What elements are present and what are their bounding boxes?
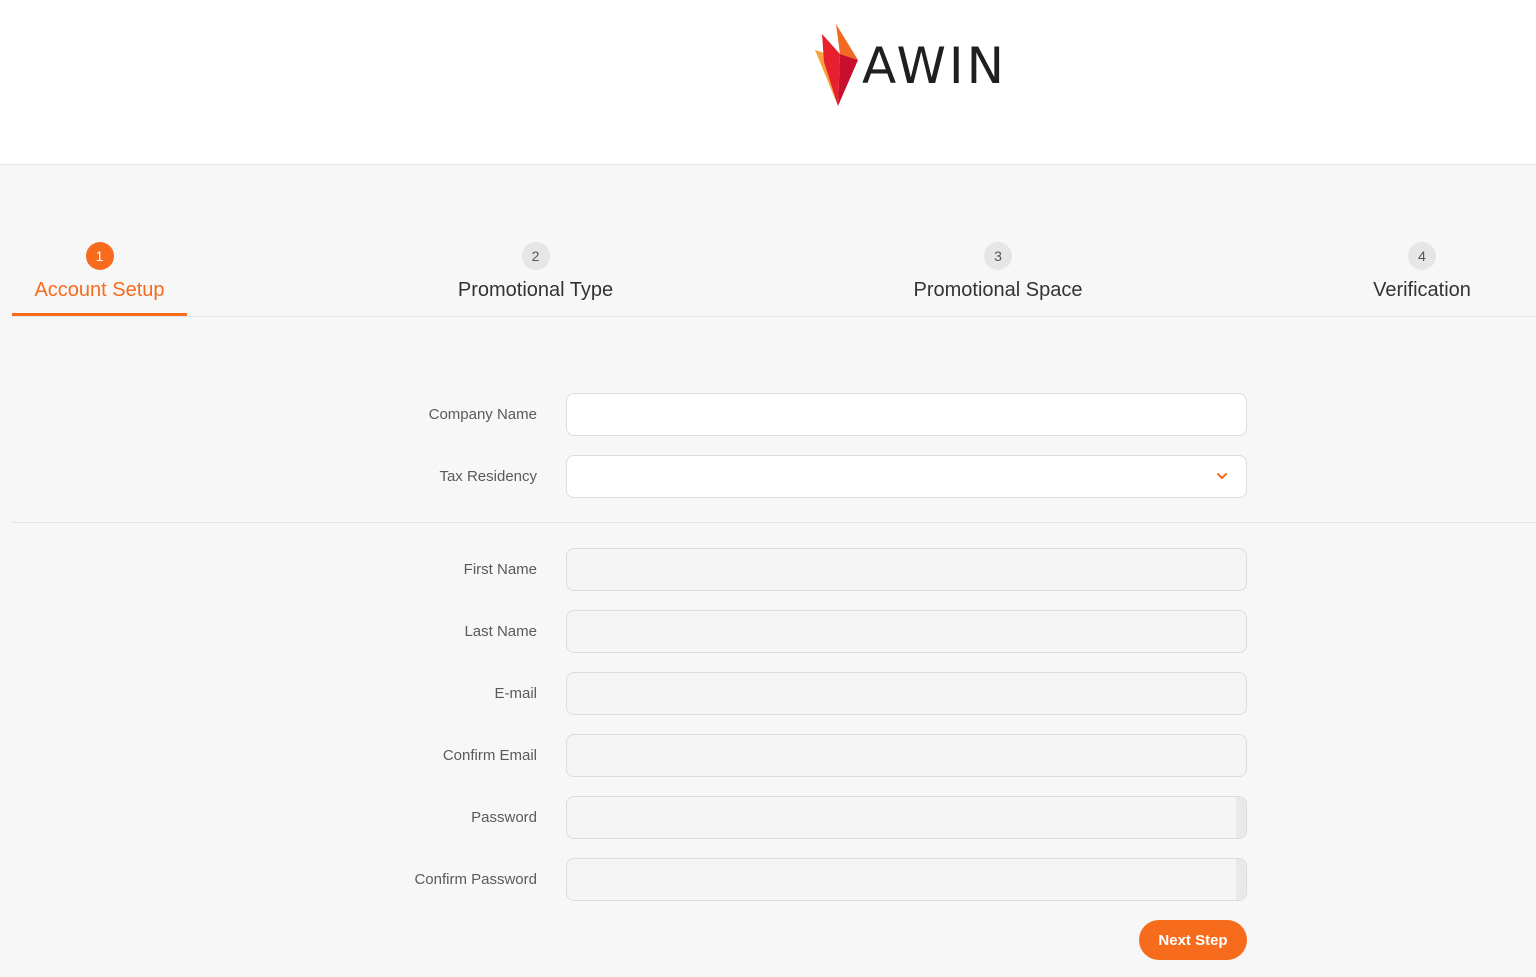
confirm-password-field-wrap bbox=[566, 858, 1247, 901]
confirm-password-label: Confirm Password bbox=[414, 871, 537, 888]
tax-residency-row: Tax Residency bbox=[0, 455, 1536, 498]
tax-residency-select[interactable] bbox=[566, 455, 1247, 498]
step-label: Promotional Space bbox=[913, 279, 1083, 301]
confirm-password-toggle[interactable] bbox=[1236, 859, 1246, 900]
step-verification[interactable]: 4 Verification bbox=[1357, 240, 1487, 316]
password-field-wrap bbox=[566, 796, 1247, 839]
step-promotional-space[interactable]: 3 Promotional Space bbox=[898, 240, 1098, 316]
confirm-password-row: Confirm Password bbox=[0, 858, 1536, 901]
first-name-label: First Name bbox=[463, 561, 537, 578]
section-divider bbox=[12, 522, 1536, 523]
page-header: AWIN bbox=[0, 0, 1536, 165]
confirm-email-input[interactable] bbox=[566, 734, 1247, 777]
email-row: E-mail bbox=[0, 672, 1536, 715]
step-label: Verification bbox=[1373, 279, 1471, 301]
confirm-password-input[interactable] bbox=[566, 858, 1247, 901]
company-name-row: Company Name bbox=[0, 393, 1536, 436]
last-name-input[interactable] bbox=[566, 610, 1247, 653]
confirm-email-label: Confirm Email bbox=[442, 747, 537, 764]
password-input[interactable] bbox=[566, 796, 1247, 839]
logo-wordmark: AWIN bbox=[862, 37, 1008, 95]
email-input[interactable] bbox=[566, 672, 1247, 715]
tax-residency-value[interactable] bbox=[566, 455, 1247, 498]
company-name-label: Company Name bbox=[428, 406, 537, 423]
step-promotional-type[interactable]: 2 Promotional Type bbox=[448, 240, 623, 316]
step-number: 4 bbox=[1408, 242, 1436, 270]
password-toggle[interactable] bbox=[1236, 797, 1246, 838]
tax-residency-label: Tax Residency bbox=[439, 468, 537, 485]
signup-steps: 1 Account Setup 2 Promotional Type 3 Pro… bbox=[12, 240, 1536, 317]
next-step-button[interactable]: Next Step bbox=[1139, 920, 1247, 960]
awin-logo[interactable]: AWIN bbox=[812, 22, 1007, 108]
first-name-input[interactable] bbox=[566, 548, 1247, 591]
last-name-row: Last Name bbox=[0, 610, 1536, 653]
first-name-row: First Name bbox=[0, 548, 1536, 591]
email-label: E-mail bbox=[494, 685, 537, 702]
flame-logo-icon bbox=[815, 24, 858, 106]
step-number: 2 bbox=[521, 242, 550, 270]
company-name-input[interactable] bbox=[566, 393, 1247, 436]
password-label: Password bbox=[471, 809, 537, 826]
password-row: Password bbox=[0, 796, 1536, 839]
step-label: Promotional Type bbox=[457, 279, 614, 301]
confirm-email-row: Confirm Email bbox=[0, 734, 1536, 777]
step-number: 3 bbox=[984, 242, 1012, 270]
last-name-label: Last Name bbox=[464, 623, 537, 640]
step-number: 1 bbox=[85, 242, 114, 270]
step-account-setup[interactable]: 1 Account Setup bbox=[12, 240, 187, 316]
step-label: Account Setup bbox=[34, 279, 165, 301]
